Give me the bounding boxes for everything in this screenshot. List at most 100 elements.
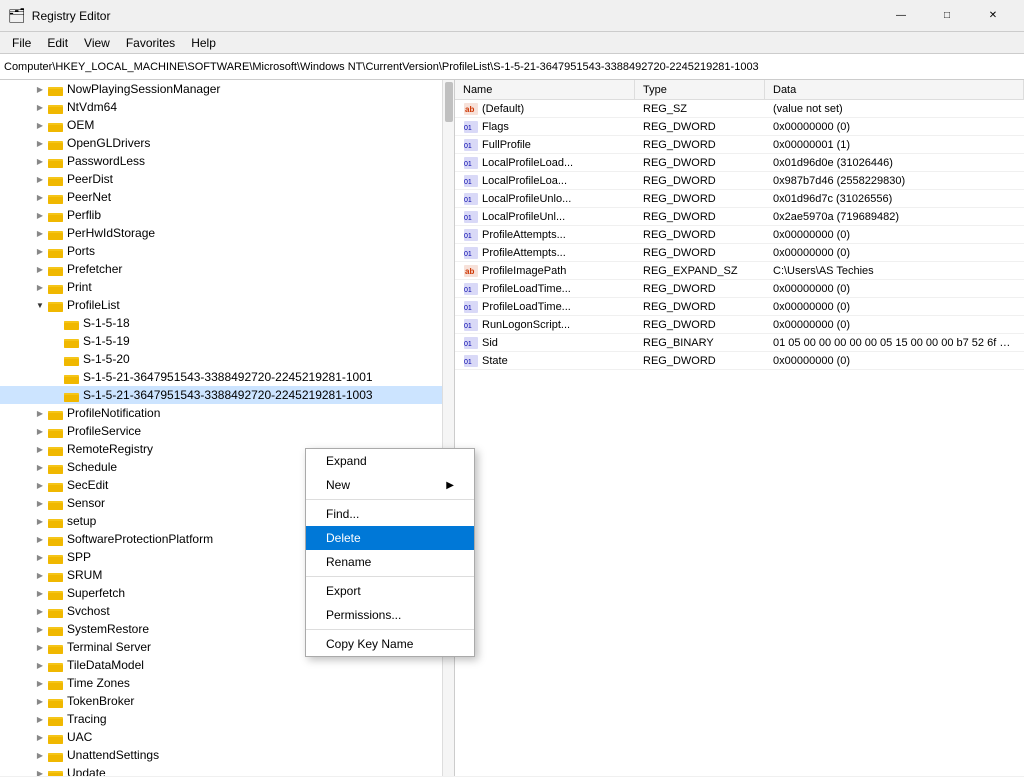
tree-item-13[interactable]: S-1-5-18 [0,314,454,332]
reg-row-13[interactable]: 01SidREG_BINARY01 05 00 00 00 00 00 05 1… [455,334,1024,352]
tree-item-7[interactable]: ▶Perflib [0,206,454,224]
menu-file[interactable]: File [4,34,39,52]
reg-row-14[interactable]: 01StateREG_DWORD0x00000000 (0) [455,352,1024,370]
tree-item-38[interactable]: ▶Update [0,764,454,776]
tree-expander-12[interactable]: ▼ [32,297,48,313]
tree-item-35[interactable]: ▶Tracing [0,710,454,728]
tree-expander-37[interactable]: ▶ [32,747,48,763]
tree-item-3[interactable]: ▶OpenGLDrivers [0,134,454,152]
tree-expander-26[interactable]: ▶ [32,549,48,565]
ctx-item-rename[interactable]: Rename [306,550,474,574]
tree-item-8[interactable]: ▶PerHwIdStorage [0,224,454,242]
reg-row-8[interactable]: 01ProfileAttempts...REG_DWORD0x00000000 … [455,244,1024,262]
tree-expander-8[interactable]: ▶ [32,225,48,241]
tree-item-33[interactable]: ▶Time Zones [0,674,454,692]
tree-expander-14[interactable] [48,333,64,349]
tree-item-16[interactable]: S-1-5-21-3647951543-3388492720-224521928… [0,368,454,386]
tree-scroll[interactable]: ▶NowPlayingSessionManager▶NtVdm64▶OEM▶Op… [0,80,454,776]
tree-expander-38[interactable]: ▶ [32,765,48,776]
tree-item-15[interactable]: S-1-5-20 [0,350,454,368]
tree-expander-35[interactable]: ▶ [32,711,48,727]
tree-item-9[interactable]: ▶Ports [0,242,454,260]
tree-item-2[interactable]: ▶OEM [0,116,454,134]
menu-favorites[interactable]: Favorites [118,34,183,52]
reg-row-6[interactable]: 01LocalProfileUnl...REG_DWORD0x2ae5970a … [455,208,1024,226]
tree-expander-4[interactable]: ▶ [32,153,48,169]
tree-expander-19[interactable]: ▶ [32,423,48,439]
tree-item-14[interactable]: S-1-5-19 [0,332,454,350]
minimize-button[interactable]: — [878,0,924,32]
tree-expander-16[interactable] [48,369,64,385]
tree-expander-10[interactable]: ▶ [32,261,48,277]
reg-row-10[interactable]: 01ProfileLoadTime...REG_DWORD0x00000000 … [455,280,1024,298]
tree-expander-2[interactable]: ▶ [32,117,48,133]
tree-item-5[interactable]: ▶PeerDist [0,170,454,188]
tree-expander-23[interactable]: ▶ [32,495,48,511]
registry-scroll[interactable]: ab(Default)REG_SZ(value not set)01FlagsR… [455,100,1024,776]
tree-expander-7[interactable]: ▶ [32,207,48,223]
reg-row-3[interactable]: 01LocalProfileLoad...REG_DWORD0x01d96d0e… [455,154,1024,172]
tree-expander-24[interactable]: ▶ [32,513,48,529]
tree-expander-34[interactable]: ▶ [32,693,48,709]
tree-item-10[interactable]: ▶Prefetcher [0,260,454,278]
tree-item-0[interactable]: ▶NowPlayingSessionManager [0,80,454,98]
tree-item-36[interactable]: ▶UAC [0,728,454,746]
reg-row-11[interactable]: 01ProfileLoadTime...REG_DWORD0x00000000 … [455,298,1024,316]
ctx-item-expand[interactable]: Expand [306,449,474,473]
tree-expander-30[interactable]: ▶ [32,621,48,637]
ctx-item-copy-key-name[interactable]: Copy Key Name [306,632,474,656]
tree-expander-5[interactable]: ▶ [32,171,48,187]
reg-row-0[interactable]: ab(Default)REG_SZ(value not set) [455,100,1024,118]
tree-item-1[interactable]: ▶NtVdm64 [0,98,454,116]
tree-expander-25[interactable]: ▶ [32,531,48,547]
ctx-item-new[interactable]: New▶ [306,473,474,497]
tree-expander-18[interactable]: ▶ [32,405,48,421]
tree-expander-31[interactable]: ▶ [32,639,48,655]
tree-expander-9[interactable]: ▶ [32,243,48,259]
close-button[interactable]: ✕ [970,0,1016,32]
tree-item-37[interactable]: ▶UnattendSettings [0,746,454,764]
reg-row-7[interactable]: 01ProfileAttempts...REG_DWORD0x00000000 … [455,226,1024,244]
ctx-item-delete[interactable]: Delete [306,526,474,550]
tree-expander-36[interactable]: ▶ [32,729,48,745]
tree-item-17[interactable]: S-1-5-21-3647951543-3388492720-224521928… [0,386,454,404]
reg-type-11: REG_DWORD [635,301,765,313]
reg-row-2[interactable]: 01FullProfileREG_DWORD0x00000001 (1) [455,136,1024,154]
tree-expander-28[interactable]: ▶ [32,585,48,601]
reg-row-4[interactable]: 01LocalProfileLoa...REG_DWORD0x987b7d46 … [455,172,1024,190]
reg-row-9[interactable]: abProfileImagePathREG_EXPAND_SZC:\Users\… [455,262,1024,280]
tree-item-12[interactable]: ▼ProfileList [0,296,454,314]
ctx-item-export[interactable]: Export [306,579,474,603]
tree-expander-33[interactable]: ▶ [32,675,48,691]
tree-item-18[interactable]: ▶ProfileNotification [0,404,454,422]
tree-item-32[interactable]: ▶TileDataModel [0,656,454,674]
tree-expander-0[interactable]: ▶ [32,81,48,97]
tree-expander-21[interactable]: ▶ [32,459,48,475]
tree-expander-32[interactable]: ▶ [32,657,48,673]
tree-expander-20[interactable]: ▶ [32,441,48,457]
tree-expander-11[interactable]: ▶ [32,279,48,295]
tree-item-19[interactable]: ▶ProfileService [0,422,454,440]
tree-expander-17[interactable] [48,387,64,403]
tree-expander-3[interactable]: ▶ [32,135,48,151]
tree-expander-6[interactable]: ▶ [32,189,48,205]
reg-row-5[interactable]: 01LocalProfileUnlo...REG_DWORD0x01d96d7c… [455,190,1024,208]
tree-expander-22[interactable]: ▶ [32,477,48,493]
tree-item-4[interactable]: ▶PasswordLess [0,152,454,170]
tree-expander-15[interactable] [48,351,64,367]
tree-expander-29[interactable]: ▶ [32,603,48,619]
tree-item-11[interactable]: ▶Print [0,278,454,296]
ctx-item-find---[interactable]: Find... [306,502,474,526]
menu-view[interactable]: View [76,34,118,52]
tree-expander-13[interactable] [48,315,64,331]
tree-item-34[interactable]: ▶TokenBroker [0,692,454,710]
menu-help[interactable]: Help [183,34,224,52]
tree-expander-27[interactable]: ▶ [32,567,48,583]
maximize-button[interactable]: □ [924,0,970,32]
reg-row-1[interactable]: 01FlagsREG_DWORD0x00000000 (0) [455,118,1024,136]
ctx-item-permissions---[interactable]: Permissions... [306,603,474,627]
menu-edit[interactable]: Edit [39,34,76,52]
tree-item-6[interactable]: ▶PeerNet [0,188,454,206]
tree-expander-1[interactable]: ▶ [32,99,48,115]
reg-row-12[interactable]: 01RunLogonScript...REG_DWORD0x00000000 (… [455,316,1024,334]
